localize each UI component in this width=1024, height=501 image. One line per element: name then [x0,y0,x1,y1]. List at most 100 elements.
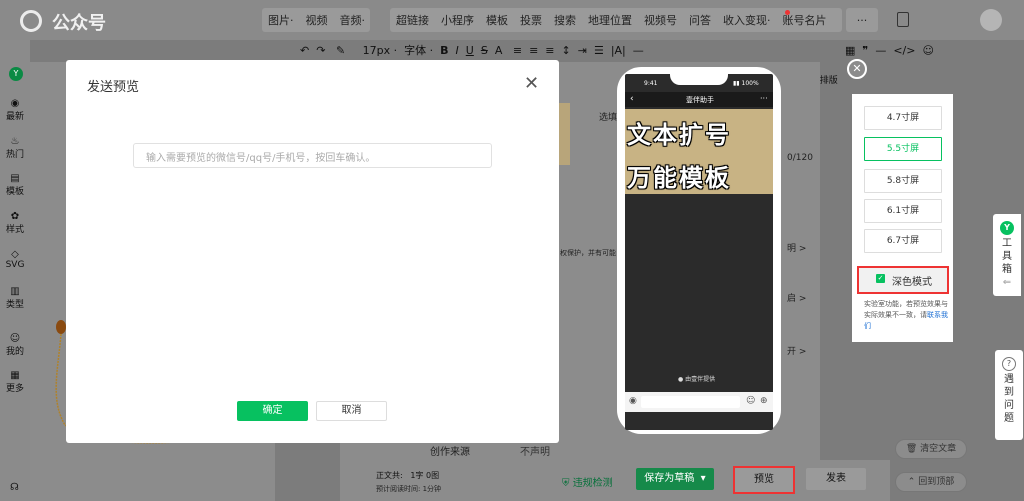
summary-counter: 0/120 [787,153,813,163]
line-height-icon[interactable]: ↕ [562,44,571,57]
more-dots-icon: ··· [760,94,768,103]
sidebar-item-latest[interactable]: ◉ 最新 [0,98,30,122]
close-preview-icon[interactable]: ✕ [847,59,867,79]
format-brush-icon[interactable]: ✎ [336,44,345,57]
headset-icon[interactable]: ☊ [10,482,19,493]
toolbox-char: 工 [1002,238,1012,249]
size-4-7-button[interactable]: 4.7寸屏 [864,106,942,130]
extra-toolbar: ▦ ❞ — </> ☺ [845,44,934,57]
menu-item-monetize[interactable]: 收入变现· [717,12,777,28]
media-menu-group: 图片· 视频 音频· [262,8,370,32]
menu-item-location[interactable]: 地理位置 [582,12,638,28]
preview-button[interactable]: 预览 [733,466,795,494]
setting-declare-link[interactable]: 明 > [787,241,806,254]
menu-item-miniprogram[interactable]: 小程序 [435,12,480,28]
document-icon[interactable] [897,12,909,27]
recipient-input[interactable]: 输入需要预览的微信号/qq号/手机号，按回车确认。 [133,143,492,168]
italic-icon[interactable]: I [456,44,459,57]
violation-check-button[interactable]: ⛨ 违规检测 [562,474,613,489]
save-draft-label: 保存为草稿 [644,473,695,484]
clear-article-button[interactable]: 🗑 清空文章 [895,439,967,459]
sidebar-item-mine[interactable]: ☺ 我的 [0,333,30,357]
font-color-icon[interactable]: A [495,44,503,57]
code-icon[interactable]: </> [893,44,915,57]
phone-battery: ▮▮ 100% [733,80,759,87]
violation-check-label: 违规检测 [572,478,613,489]
menu-item-vote[interactable]: 投票 [514,12,548,28]
avatar[interactable] [980,9,1002,31]
read-time: 预计阅读时间: 1分钟 [376,484,441,494]
phone-time: 9:41 [644,80,658,87]
align-center-icon[interactable]: ≡ [529,44,538,57]
confirm-button[interactable]: 确定 [237,401,308,421]
redo-icon[interactable]: ↷ [316,44,325,57]
send-preview-dialog [66,60,559,443]
checkbox-checked-icon[interactable]: ✓ [876,274,885,283]
sidebar-item-template[interactable]: ▤ 模板 [0,173,30,197]
size-5-8-button[interactable]: 5.8寸屏 [864,169,942,193]
size-6-1-button[interactable]: 6.1寸屏 [864,199,942,223]
sidebar-label: SVG [5,260,25,270]
undo-icon[interactable]: ↶ [300,44,309,57]
menu-item-video[interactable]: 视频 [300,12,334,28]
battery-level: 100% [741,80,759,87]
align-right-icon[interactable]: ≡ [545,44,554,57]
sidebar-label: 类型 [5,300,24,310]
menu-item-search[interactable]: 搜索 [548,12,582,28]
spacing-icon[interactable]: |A| [611,44,626,57]
sidebar-item-hot[interactable]: ♨ 热门 [0,136,30,160]
chevron-down-icon[interactable]: ▾ [701,473,706,484]
phone-notch [670,67,728,85]
minus-icon[interactable]: — [875,44,886,57]
cancel-button[interactable]: 取消 [316,401,387,421]
back-to-top-button[interactable]: ⌃ 回到顶部 [895,472,967,492]
quote-icon[interactable]: ❞ [862,44,868,57]
menu-item-template[interactable]: 模板 [480,12,514,28]
clear-article-label: 清空文章 [920,444,957,454]
hot-icon: ♨ [10,136,20,147]
bold-icon[interactable]: B [440,44,448,57]
setting-open-link[interactable]: 启 > [787,291,806,304]
font-family-select[interactable]: 字体 · [404,44,433,57]
save-draft-button[interactable]: 保存为草稿 ▾ [636,468,714,490]
align-left-icon[interactable]: ≡ [513,44,522,57]
sidebar-label: 热门 [5,150,24,160]
trash-icon: 🗑 [905,444,918,454]
menu-item-image[interactable]: 图片· [262,12,300,28]
indent-icon[interactable]: ⇥ [578,44,587,57]
font-size-select[interactable]: 17px · [363,44,397,57]
toolbox-tab[interactable]: Y 工 具 箱 ⇐ [993,214,1021,296]
copyright-note: 权保护，并有可能 [560,249,616,257]
source-label: 创作来源 [430,447,470,458]
menu-item-audio[interactable]: 音频· [334,12,372,28]
notification-dot [785,10,790,15]
divider-icon[interactable]: — [633,44,644,57]
size-6-7-button[interactable]: 6.7寸屏 [864,229,942,253]
underline-icon[interactable]: U [466,44,474,57]
sidebar-label: 我的 [5,347,24,357]
more-menu-button[interactable]: ··· [846,8,878,32]
help-tab[interactable]: ? 遇 到 问 题 [995,350,1023,440]
sidebar-item-more[interactable]: ▦ 更多 [0,370,30,394]
phone-input-bar [641,396,740,408]
word-count-label: 正文共: [376,471,403,480]
sidebar-item-svg[interactable]: ◇ SVG [0,249,30,270]
menu-item-channels[interactable]: 视频号 [638,12,683,28]
menu-item-qa[interactable]: 问答 [683,12,717,28]
menu-item-hyperlink[interactable]: 超链接 [390,12,435,28]
source-value[interactable]: 不声明 [520,443,550,458]
toolbox-char: 具 [1002,251,1012,262]
voice-icon: ◉ [629,396,637,406]
phone-footer-text: 由壹伴提供 [685,376,716,383]
publish-button[interactable]: 发表 [806,468,866,490]
setting-public-link[interactable]: 开 > [787,344,806,357]
close-icon[interactable]: ✕ [524,73,539,94]
sidebar-item-type[interactable]: ▥ 类型 [0,286,30,310]
size-5-5-button[interactable]: 5.5寸屏 [864,137,942,161]
list-icon[interactable]: ☰ [594,44,604,57]
strikethrough-icon[interactable]: S [481,44,488,57]
emoji-icon[interactable]: ☺ [922,44,933,57]
sidebar-item-style[interactable]: ✿ 样式 [0,211,30,235]
shield-icon: ⛨ [562,478,570,489]
table-icon[interactable]: ▦ [845,44,855,57]
